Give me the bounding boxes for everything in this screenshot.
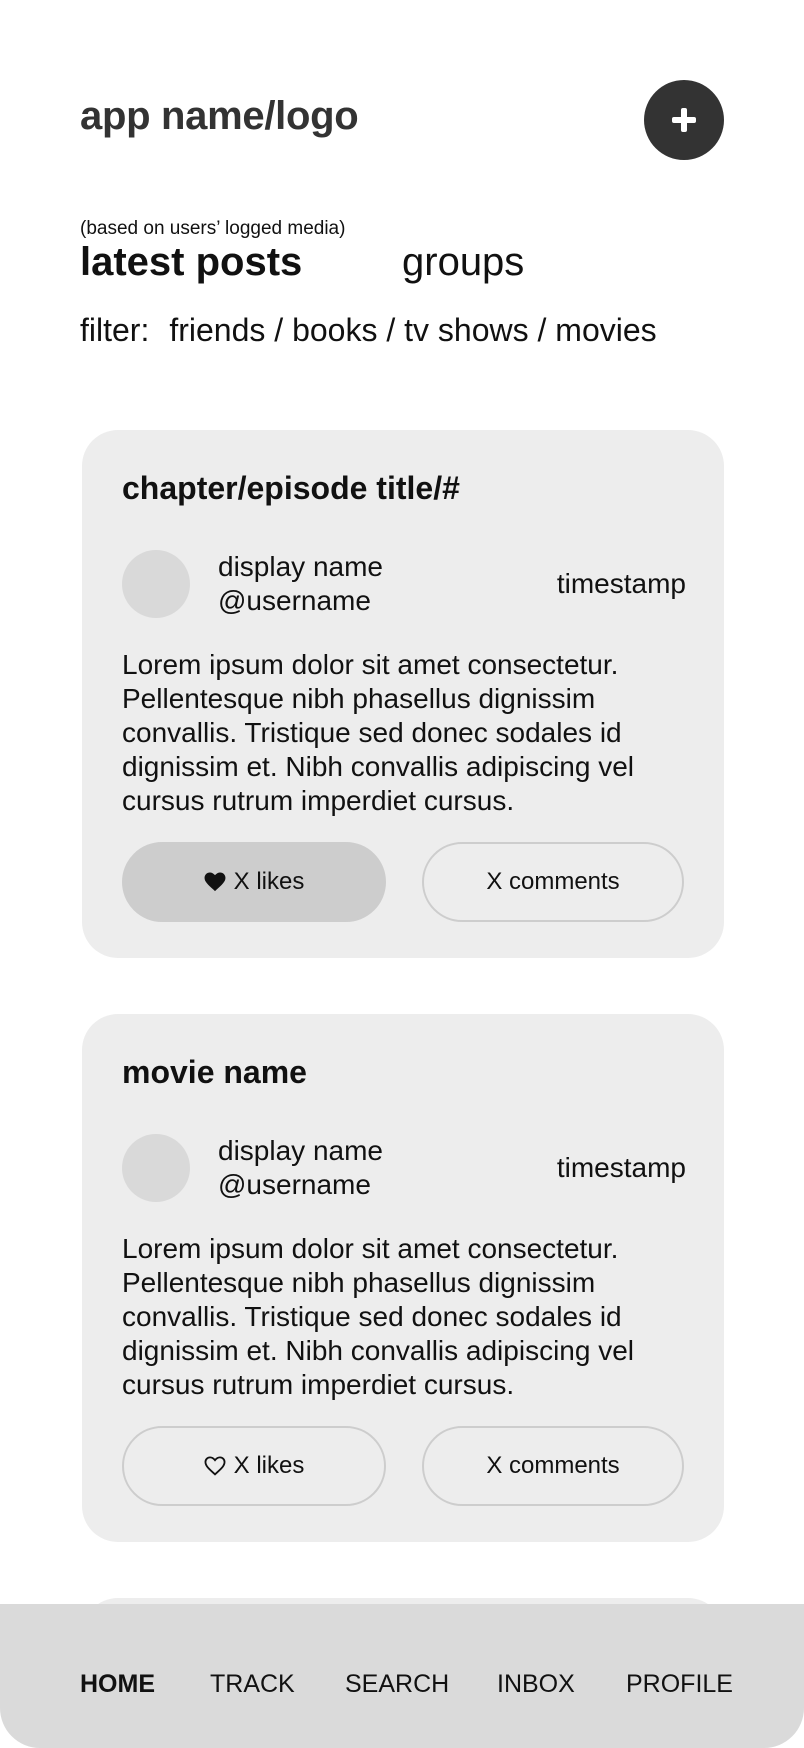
tab-groups[interactable]: groups: [402, 240, 524, 285]
avatar[interactable]: [122, 550, 190, 618]
likes-count: X likes: [233, 868, 305, 895]
feed-subtitle: (based on users’ logged media): [80, 218, 346, 239]
display-name[interactable]: display name: [218, 550, 383, 584]
app-logo: app name/logo: [80, 94, 359, 138]
add-post-button[interactable]: [644, 80, 724, 160]
likes-count: X likes: [233, 1452, 305, 1479]
tab-latest-posts[interactable]: latest posts: [80, 240, 302, 285]
post-body: Lorem ipsum dolor sit amet consectetur. …: [122, 649, 635, 816]
filter-row: filter: friends / books / tv shows / movi…: [80, 312, 657, 349]
filter-options[interactable]: friends / books / tv shows / movies: [169, 312, 656, 348]
comments-button[interactable]: X comments: [422, 842, 684, 922]
like-button[interactable]: X likes: [122, 1426, 386, 1506]
username[interactable]: @username: [218, 1168, 371, 1202]
display-name[interactable]: display name: [218, 1134, 383, 1168]
nav-search[interactable]: SEARCH: [345, 1670, 449, 1699]
nav-profile[interactable]: PROFILE: [626, 1670, 733, 1699]
timestamp: timestamp: [556, 568, 686, 599]
home-screen: app name/logo (based on users’ logged me…: [0, 0, 804, 1748]
comments-count: X comments: [486, 868, 620, 895]
heart-filled-icon: [204, 872, 226, 892]
avatar[interactable]: [122, 1134, 190, 1202]
username[interactable]: @username: [218, 584, 371, 618]
post-body: Lorem ipsum dolor sit amet consectetur. …: [122, 1233, 635, 1400]
nav-track[interactable]: TRACK: [210, 1670, 295, 1699]
nav-home[interactable]: HOME: [80, 1670, 155, 1699]
comments-count: X comments: [486, 1452, 620, 1479]
bottom-nav: HOME TRACK SEARCH INBOX PROFILE: [0, 1604, 804, 1748]
comments-button[interactable]: X comments: [422, 1426, 684, 1506]
filter-label: filter:: [80, 312, 150, 348]
timestamp: timestamp: [556, 1152, 686, 1183]
heart-outline-icon: [204, 1456, 226, 1476]
post-title: chapter/episode title/#: [122, 470, 460, 506]
post-card[interactable]: movie name display name @username timest…: [82, 1014, 724, 1542]
post-card[interactable]: chapter/episode title/# display name @us…: [82, 430, 724, 958]
nav-inbox[interactable]: INBOX: [497, 1670, 575, 1699]
post-title: movie name: [122, 1054, 307, 1090]
like-button[interactable]: X likes: [122, 842, 386, 922]
